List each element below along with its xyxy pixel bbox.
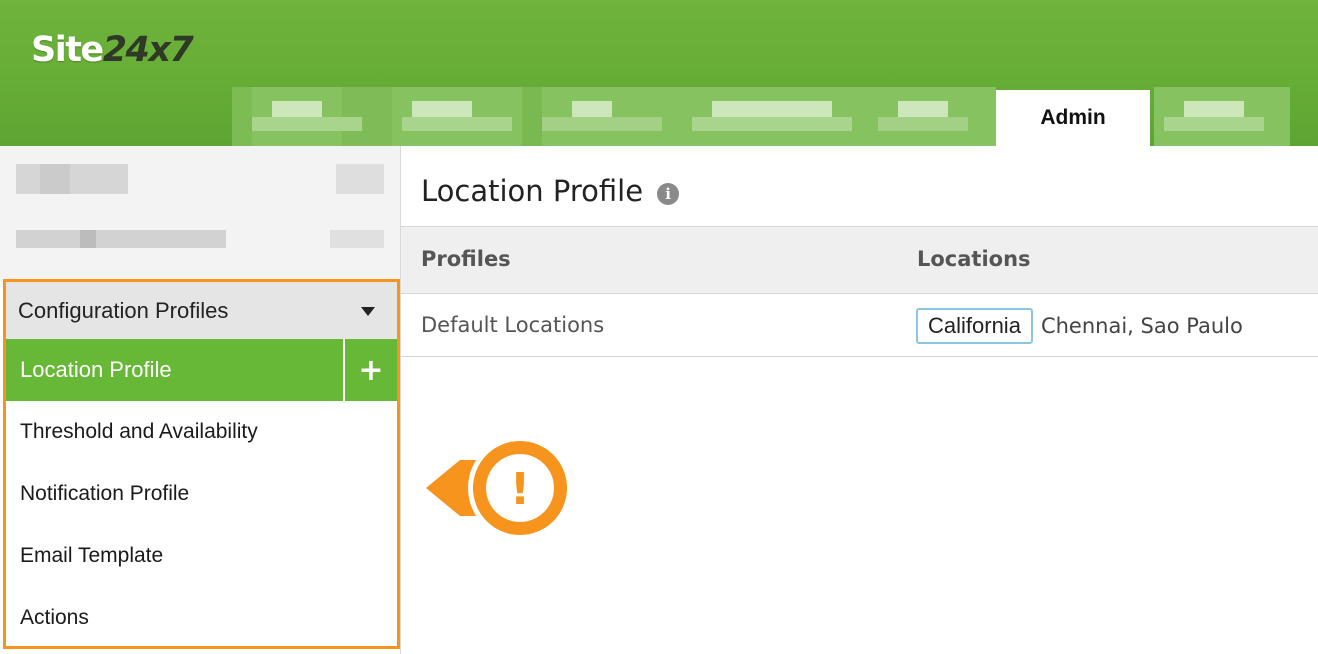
redacted-block [40, 164, 70, 194]
tab-admin-label: Admin [1040, 106, 1106, 129]
tab-redacted-7[interactable] [1154, 87, 1290, 146]
content-divider [400, 146, 401, 654]
page-title: Location Profile i [421, 168, 680, 214]
redacted-block [330, 230, 384, 248]
sidebar-item-threshold-and-availability[interactable]: Threshold and Availability [6, 401, 397, 463]
configuration-profiles-header[interactable]: Configuration Profiles [6, 282, 397, 339]
sidebar-item-email-template[interactable]: Email Template [6, 525, 397, 587]
callout-glyph: ! [510, 464, 530, 515]
table-row[interactable]: Default Locations California Chennai, Sa… [401, 294, 1318, 357]
sidebar-item-label: Notification Profile [20, 482, 190, 505]
table-header: Profiles Locations [401, 227, 1318, 294]
sidebar-item-notification-profile[interactable]: Notification Profile [6, 463, 397, 525]
configuration-profiles-title: Configuration Profiles [18, 297, 229, 323]
tab-redacted-3[interactable] [542, 87, 682, 146]
info-icon[interactable]: i [657, 183, 680, 205]
plus-icon: + [358, 352, 384, 388]
location-chip-highlighted: California [916, 308, 1033, 344]
sidebar-item-label: Email Template [20, 544, 164, 567]
profile-name-link[interactable]: Default Locations [421, 313, 604, 337]
tab-redacted-5[interactable] [872, 87, 996, 146]
top-nav-tabs: Admin [232, 87, 1290, 146]
sidebar-item-actions[interactable]: Actions [6, 587, 397, 649]
warning-exclamation-icon: ! [426, 436, 572, 540]
sidebar-item-label: Location Profile [20, 357, 172, 382]
caret-down-icon[interactable] [361, 307, 375, 316]
configuration-profiles-panel: Configuration Profiles Location Profile … [3, 279, 400, 649]
column-header-locations: Locations [917, 247, 1031, 271]
tab-redacted-2[interactable] [392, 87, 542, 146]
site24x7-logo[interactable]: Site24x7 [31, 28, 194, 72]
app-header: Site24x7 Admin [0, 0, 1318, 146]
sidebar-item-label: Actions [20, 606, 89, 629]
locations-cell: California Chennai, Sao Paulo [916, 308, 1243, 344]
column-header-profiles: Profiles [421, 247, 511, 271]
add-location-profile-button[interactable]: + [343, 339, 397, 401]
redacted-block [336, 164, 384, 194]
sidebar-item-location-profile[interactable]: Location Profile + [6, 339, 397, 401]
sidebar-item-label: Threshold and Availability [20, 420, 258, 443]
sidebar-redacted-section [0, 146, 400, 280]
page-title-text: Location Profile [421, 174, 644, 208]
tab-redacted-1[interactable] [232, 87, 392, 146]
tab-admin[interactable]: Admin [996, 90, 1150, 146]
redacted-block [16, 230, 226, 248]
other-locations: Chennai, Sao Paulo [1040, 314, 1243, 338]
redacted-block [80, 230, 96, 248]
tab-redacted-4[interactable] [682, 87, 872, 146]
redacted-block [16, 164, 128, 194]
